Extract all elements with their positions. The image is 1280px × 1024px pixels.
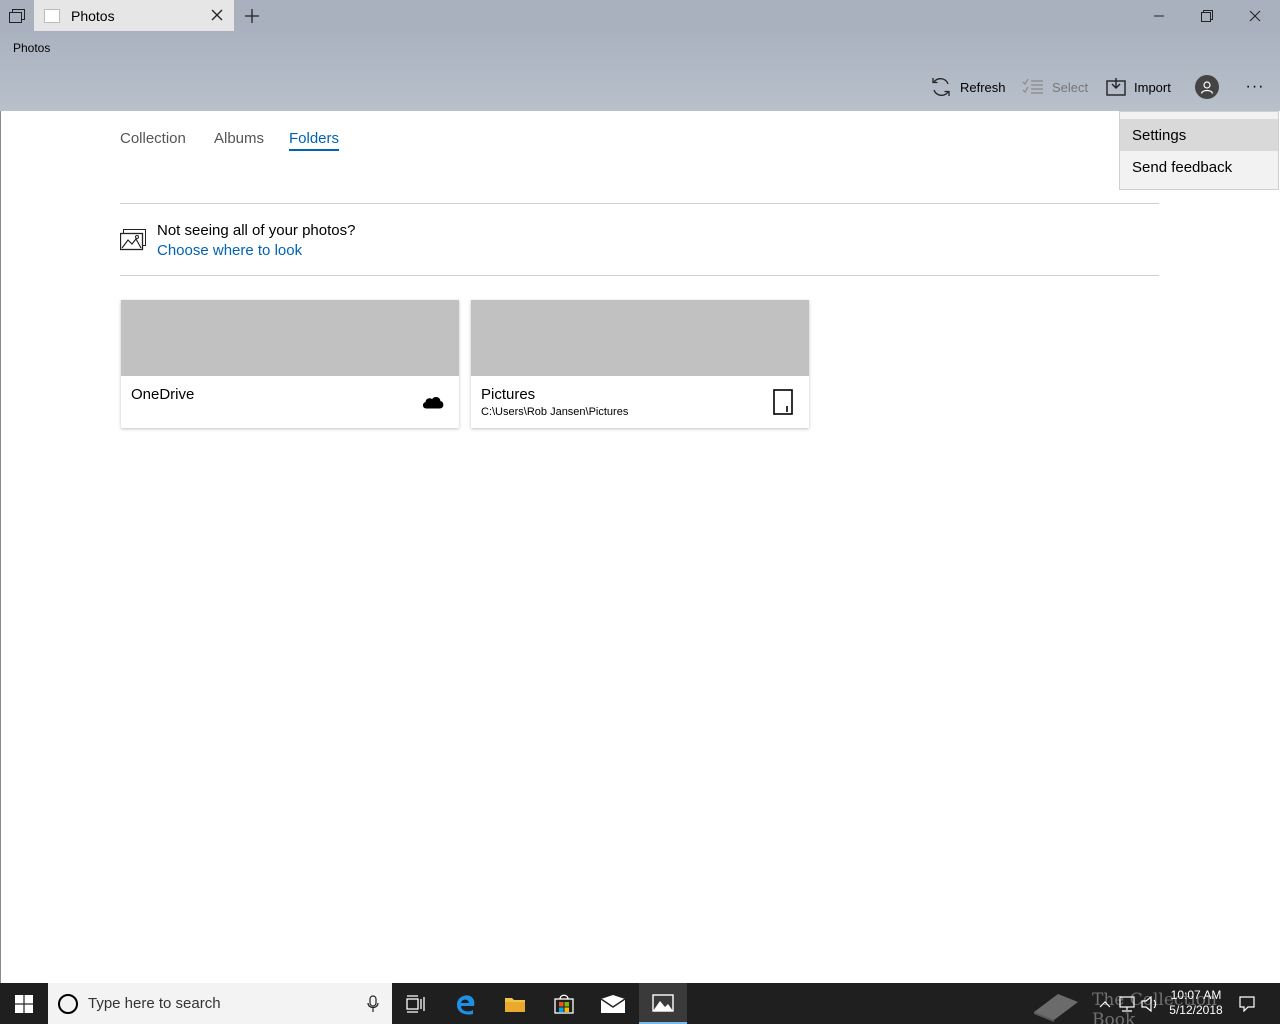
tab-title: Photos xyxy=(71,7,115,24)
network-icon xyxy=(1119,996,1135,1012)
divider xyxy=(120,203,1159,204)
more-options-button[interactable]: ··· xyxy=(1240,75,1270,99)
window-border xyxy=(0,111,1,983)
minimize-icon xyxy=(1154,15,1164,16)
tab-collection[interactable]: Collection xyxy=(120,130,186,147)
clock-date: 5/12/2018 xyxy=(1169,1003,1223,1017)
divider xyxy=(120,275,1159,276)
title-bar: Photos xyxy=(0,0,1280,31)
speaker-icon xyxy=(1141,996,1157,1012)
menu-item-send-feedback[interactable]: Send feedback xyxy=(1120,151,1278,183)
network-tray-button[interactable] xyxy=(1118,995,1136,1013)
refresh-label: Refresh xyxy=(960,79,1006,95)
task-view-icon xyxy=(406,994,425,1013)
tab-photos[interactable]: Photos xyxy=(34,0,234,31)
chevron-up-icon xyxy=(1099,1001,1111,1008)
select-label: Select xyxy=(1052,79,1089,95)
folder-name: OneDrive xyxy=(131,386,195,403)
book-watermark-icon xyxy=(1034,994,1078,1022)
taskbar-search-box[interactable]: Type here to search xyxy=(48,983,392,1024)
system-clock[interactable]: 10:07 AM 5/12/2018 xyxy=(1160,988,1232,1018)
menu-item-settings[interactable]: Settings xyxy=(1120,119,1278,151)
app-title: Photos xyxy=(13,41,51,55)
tab-albums[interactable]: Albums xyxy=(214,130,264,147)
folder-path: C:\Users\Rob Jansen\Pictures xyxy=(481,406,629,418)
pictures-icon xyxy=(120,229,146,251)
import-label: Import xyxy=(1134,79,1171,95)
volume-tray-button[interactable] xyxy=(1141,995,1159,1013)
show-hidden-icons-button[interactable] xyxy=(1096,995,1114,1013)
clock-time: 10:07 AM xyxy=(1170,988,1222,1002)
folder-icon xyxy=(505,997,525,1012)
restore-icon xyxy=(1201,9,1213,22)
restore-button[interactable] xyxy=(1183,0,1231,31)
start-button[interactable] xyxy=(0,983,48,1024)
refresh-button[interactable]: Refresh xyxy=(930,75,1006,99)
minimize-button[interactable] xyxy=(1135,0,1183,31)
select-checklist-icon xyxy=(1022,78,1043,94)
close-window-button[interactable] xyxy=(1231,0,1279,31)
photos-icon xyxy=(652,993,674,1012)
action-center-button[interactable] xyxy=(1238,995,1256,1013)
tab-switcher-button[interactable] xyxy=(0,0,34,31)
taskbar: Type here to search The Collection Book … xyxy=(0,983,1280,1024)
plus-icon xyxy=(245,9,259,23)
app-header: Photos Refresh Select Import ··· xyxy=(0,31,1280,111)
tabs-icon xyxy=(9,8,25,23)
import-icon xyxy=(1106,78,1126,96)
task-view-button[interactable] xyxy=(392,983,440,1024)
photos-tab-icon xyxy=(44,8,60,23)
close-icon xyxy=(211,9,223,21)
choose-where-to-look-link[interactable]: Choose where to look xyxy=(157,242,302,259)
refresh-icon xyxy=(932,78,950,96)
select-button[interactable]: Select xyxy=(1022,75,1088,99)
tab-close-button[interactable] xyxy=(208,6,226,24)
edge-taskbar-button[interactable] xyxy=(442,983,490,1024)
mail-icon xyxy=(601,994,625,1013)
photos-taskbar-button[interactable] xyxy=(639,983,687,1024)
microphone-icon[interactable] xyxy=(366,995,380,1013)
mail-taskbar-button[interactable] xyxy=(589,983,637,1024)
folder-name: Pictures xyxy=(481,386,536,403)
cortana-icon xyxy=(58,993,78,1014)
notice-text: Not seeing all of your photos? xyxy=(157,222,356,239)
search-placeholder: Type here to search xyxy=(88,995,221,1012)
windows-logo-icon xyxy=(15,994,33,1013)
tab-folders[interactable]: Folders xyxy=(289,130,340,151)
account-avatar[interactable] xyxy=(1195,75,1219,99)
device-icon xyxy=(771,389,795,415)
import-button[interactable]: Import xyxy=(1106,75,1171,99)
notification-icon xyxy=(1239,996,1255,1012)
folder-thumbnail xyxy=(471,300,809,376)
person-icon xyxy=(1200,81,1214,94)
cloud-icon xyxy=(421,389,445,415)
more-options-menu: Settings Send feedback xyxy=(1119,111,1279,190)
store-taskbar-button[interactable] xyxy=(540,983,588,1024)
new-tab-button[interactable] xyxy=(240,4,264,28)
file-explorer-taskbar-button[interactable] xyxy=(491,983,539,1024)
folder-tile-onedrive[interactable]: OneDrive xyxy=(121,300,459,428)
folder-thumbnail xyxy=(121,300,459,376)
store-icon xyxy=(554,994,574,1014)
edge-icon xyxy=(457,994,475,1015)
close-icon xyxy=(1249,10,1261,21)
folder-tile-pictures[interactable]: Pictures C:\Users\Rob Jansen\Pictures xyxy=(471,300,809,428)
